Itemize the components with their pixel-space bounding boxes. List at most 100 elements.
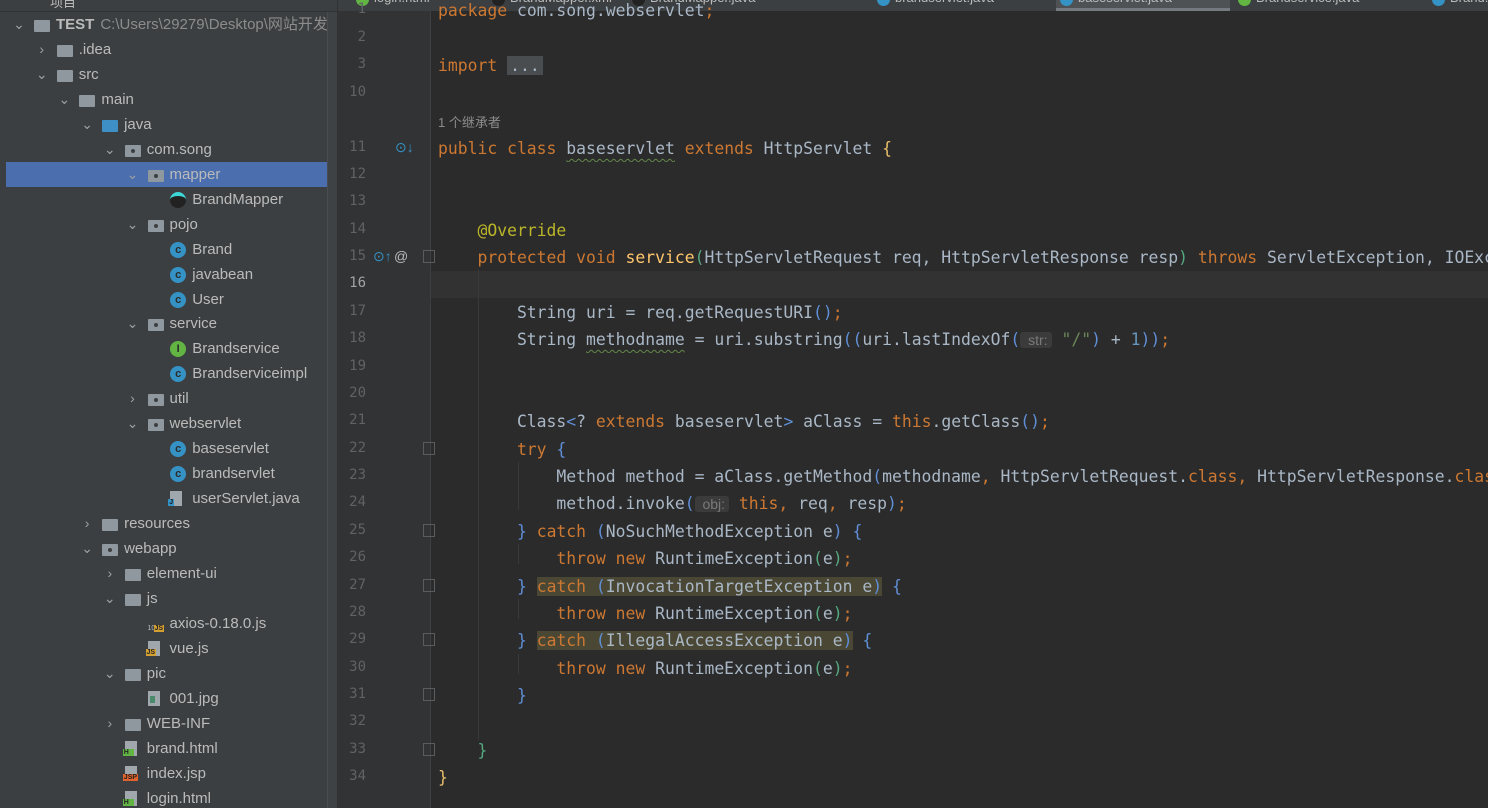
line-number[interactable]: 34: [338, 768, 366, 784]
line-number[interactable]: 21: [338, 412, 366, 428]
tree-item[interactable]: › .idea: [6, 37, 327, 62]
code-line[interactable]: [438, 80, 1488, 107]
line-number[interactable]: 25: [338, 522, 366, 538]
code-line[interactable]: import ...: [438, 52, 1488, 79]
code-line[interactable]: public class baseservlet extends HttpSer…: [438, 135, 1488, 162]
tree-item-root[interactable]: ⌄ TEST C:\Users\29279\Desktop\网站开发: [6, 12, 328, 37]
tree-item[interactable]: JSP index.jsp: [6, 761, 327, 786]
tree-item[interactable]: ⌄ mapper: [6, 161, 327, 187]
chevron-down-icon[interactable]: ⌄: [126, 212, 140, 237]
code-line[interactable]: [438, 162, 1488, 189]
tree-item[interactable]: ⌄ service: [6, 311, 327, 336]
line-number[interactable]: 10: [338, 84, 366, 100]
tree-item[interactable]: c User: [6, 287, 327, 312]
code-line[interactable]: try {: [438, 436, 1488, 463]
chevron-right-icon[interactable]: ›: [80, 511, 94, 536]
tree-item[interactable]: c baseservlet: [6, 436, 327, 461]
line-number[interactable]: 17: [338, 303, 366, 319]
tree-item[interactable]: H login.html: [6, 786, 327, 808]
line-number[interactable]: 31: [338, 686, 366, 702]
line-number[interactable]: 27: [338, 577, 366, 593]
code-line[interactable]: } catch (IllegalAccessException e) {: [438, 627, 1488, 654]
project-scrollbar[interactable]: [327, 12, 337, 808]
line-number[interactable]: 1: [338, 1, 366, 17]
fold-marker-icon[interactable]: [423, 524, 435, 537]
tree-item[interactable]: ⌄ com.song: [6, 137, 327, 162]
code-line[interactable]: @Override: [438, 217, 1488, 244]
line-number[interactable]: 11: [338, 139, 366, 155]
chevron-down-icon[interactable]: ⌄: [12, 12, 26, 37]
code-line[interactable]: Class<? extends baseservlet> aClass = th…: [438, 408, 1488, 435]
code-line[interactable]: method.invoke( obj: this, req, resp);: [438, 490, 1488, 517]
line-number[interactable]: 14: [338, 221, 366, 237]
fold-marker-icon[interactable]: [423, 442, 435, 455]
tree-item[interactable]: 001.jpg: [6, 686, 327, 711]
chevron-down-icon[interactable]: ⌄: [35, 62, 49, 87]
line-number[interactable]: 33: [338, 741, 366, 757]
code-line[interactable]: } catch (InvocationTargetException e) {: [438, 573, 1488, 600]
tree-item[interactable]: c Brand: [6, 237, 327, 262]
line-number[interactable]: 3: [338, 56, 366, 72]
tree-item[interactable]: H brand.html: [6, 736, 327, 761]
code-line[interactable]: protected void service(HttpServletReques…: [438, 244, 1488, 271]
code-line[interactable]: }: [438, 737, 1488, 764]
chevron-down-icon[interactable]: ⌄: [126, 411, 140, 436]
chevron-right-icon[interactable]: ›: [126, 386, 140, 411]
chevron-down-icon[interactable]: ⌄: [126, 162, 140, 187]
tree-item[interactable]: › util: [6, 386, 327, 411]
overrides-icon[interactable]: ⊙↑: [373, 248, 392, 265]
line-number[interactable]: 19: [338, 358, 366, 374]
implemented-icon[interactable]: ⊙↓: [395, 139, 414, 156]
chevron-down-icon[interactable]: ⌄: [80, 112, 94, 137]
tree-item[interactable]: BrandMapper: [6, 187, 327, 212]
line-number[interactable]: 2: [338, 29, 366, 45]
folded-imports[interactable]: ...: [507, 56, 543, 75]
tree-item[interactable]: c javabean: [6, 262, 327, 287]
chevron-down-icon[interactable]: ⌄: [80, 536, 94, 561]
line-number[interactable]: 24: [338, 494, 366, 510]
line-number[interactable]: 32: [338, 713, 366, 729]
line-number[interactable]: 12: [338, 166, 366, 182]
chevron-down-icon[interactable]: ⌄: [126, 311, 140, 336]
tree-item[interactable]: › resources: [6, 511, 327, 536]
code-line[interactable]: throw new RuntimeException(e);: [438, 655, 1488, 682]
tree-item[interactable]: c brandservlet: [6, 461, 327, 486]
line-number[interactable]: 23: [338, 467, 366, 483]
chevron-right-icon[interactable]: ›: [103, 711, 117, 736]
chevron-down-icon[interactable]: ⌄: [103, 137, 117, 162]
code-line[interactable]: throw new RuntimeException(e);: [438, 600, 1488, 627]
annotation-icon[interactable]: @: [394, 248, 408, 264]
code-line[interactable]: [438, 381, 1488, 408]
chevron-down-icon[interactable]: ⌄: [103, 661, 117, 686]
line-number[interactable]: 28: [338, 604, 366, 620]
fold-marker-icon[interactable]: [423, 688, 435, 701]
tree-item[interactable]: › element-ui: [6, 561, 327, 586]
code-line[interactable]: Method method = aClass.getMethod(methodn…: [438, 463, 1488, 490]
tree-item[interactable]: ⌄ pojo: [6, 212, 327, 237]
chevron-down-icon[interactable]: ⌄: [57, 87, 71, 112]
fold-marker-icon[interactable]: [423, 250, 435, 263]
tree-item[interactable]: ⌄ webservlet: [6, 411, 327, 436]
inheritor-hint[interactable]: 1 个继承者: [438, 112, 501, 131]
code-line[interactable]: }: [438, 682, 1488, 709]
code-line[interactable]: throw new RuntimeException(e);: [438, 545, 1488, 572]
tree-item[interactable]: 101JS axios-0.18.0.js: [6, 611, 327, 636]
tree-item[interactable]: ⌄ webapp: [6, 536, 327, 561]
tree-item[interactable]: › WEB-INF: [6, 711, 327, 736]
code-line[interactable]: [438, 709, 1488, 736]
tree-item[interactable]: ⌄ js: [6, 586, 327, 611]
line-number[interactable]: 18: [338, 330, 366, 346]
fold-marker-icon[interactable]: [423, 633, 435, 646]
line-number[interactable]: 13: [338, 193, 366, 209]
fold-marker-icon[interactable]: [423, 743, 435, 756]
line-number[interactable]: 30: [338, 659, 366, 675]
code-line[interactable]: package com.song.webservlet;: [438, 0, 1488, 24]
line-number[interactable]: 16: [338, 275, 366, 291]
tree-item[interactable]: ⌄ main: [6, 87, 327, 112]
line-number[interactable]: 29: [338, 631, 366, 647]
line-number[interactable]: 15: [338, 248, 366, 264]
tree-item[interactable]: ⌄ java: [6, 112, 327, 137]
code-line[interactable]: [438, 271, 1488, 298]
chevron-right-icon[interactable]: ›: [103, 561, 117, 586]
tree-item[interactable]: JuserServlet.java: [6, 486, 327, 511]
